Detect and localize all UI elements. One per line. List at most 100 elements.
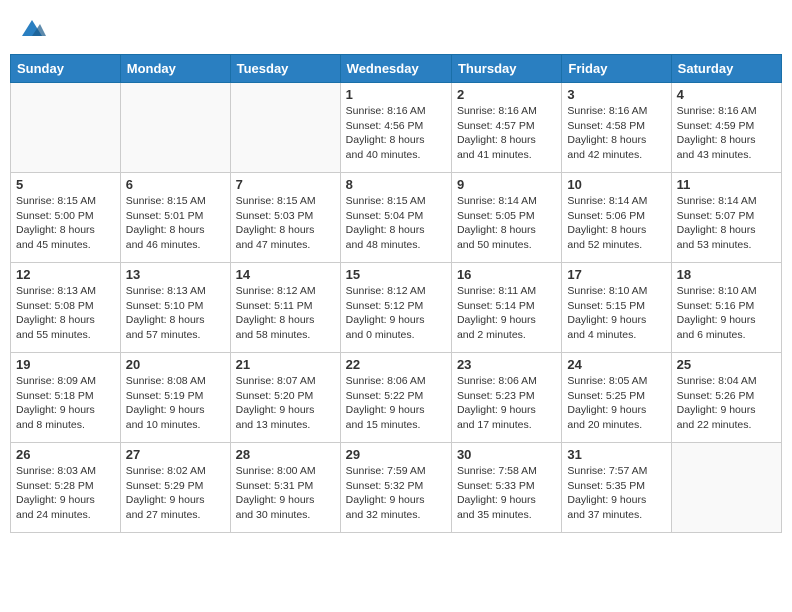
calendar-cell xyxy=(11,83,121,173)
day-number: 16 xyxy=(457,267,556,282)
week-row-1: 1 Sunrise: 8:16 AM Sunset: 4:56 PM Daylig… xyxy=(11,83,782,173)
calendar-cell xyxy=(120,83,230,173)
day-number: 23 xyxy=(457,357,556,372)
calendar-cell: 18 Sunrise: 8:10 AM Sunset: 5:16 PM Dayli… xyxy=(671,263,781,353)
day-info: Sunrise: 8:10 AM Sunset: 5:15 PM Dayligh… xyxy=(567,284,665,343)
logo xyxy=(18,14,50,42)
day-number: 8 xyxy=(346,177,446,192)
day-number: 24 xyxy=(567,357,665,372)
calendar-cell: 17 Sunrise: 8:10 AM Sunset: 5:15 PM Dayli… xyxy=(562,263,671,353)
calendar-cell: 13 Sunrise: 8:13 AM Sunset: 5:10 PM Dayli… xyxy=(120,263,230,353)
calendar-cell: 26 Sunrise: 8:03 AM Sunset: 5:28 PM Dayli… xyxy=(11,443,121,533)
day-number: 10 xyxy=(567,177,665,192)
day-number: 3 xyxy=(567,87,665,102)
day-info: Sunrise: 8:14 AM Sunset: 5:07 PM Dayligh… xyxy=(677,194,776,253)
calendar-cell xyxy=(671,443,781,533)
day-number: 18 xyxy=(677,267,776,282)
day-info: Sunrise: 8:16 AM Sunset: 4:56 PM Dayligh… xyxy=(346,104,446,163)
calendar-cell: 21 Sunrise: 8:07 AM Sunset: 5:20 PM Dayli… xyxy=(230,353,340,443)
day-info: Sunrise: 8:14 AM Sunset: 5:05 PM Dayligh… xyxy=(457,194,556,253)
day-info: Sunrise: 7:58 AM Sunset: 5:33 PM Dayligh… xyxy=(457,464,556,523)
day-number: 1 xyxy=(346,87,446,102)
day-info: Sunrise: 8:13 AM Sunset: 5:08 PM Dayligh… xyxy=(16,284,115,343)
calendar-cell: 3 Sunrise: 8:16 AM Sunset: 4:58 PM Daylig… xyxy=(562,83,671,173)
weekday-header-row: SundayMondayTuesdayWednesdayThursdayFrid… xyxy=(11,55,782,83)
calendar-cell: 14 Sunrise: 8:12 AM Sunset: 5:11 PM Dayli… xyxy=(230,263,340,353)
day-info: Sunrise: 8:08 AM Sunset: 5:19 PM Dayligh… xyxy=(126,374,225,433)
day-info: Sunrise: 8:00 AM Sunset: 5:31 PM Dayligh… xyxy=(236,464,335,523)
day-number: 6 xyxy=(126,177,225,192)
weekday-header-friday: Friday xyxy=(562,55,671,83)
day-info: Sunrise: 8:15 AM Sunset: 5:00 PM Dayligh… xyxy=(16,194,115,253)
day-number: 13 xyxy=(126,267,225,282)
calendar-cell: 29 Sunrise: 7:59 AM Sunset: 5:32 PM Dayli… xyxy=(340,443,451,533)
calendar-cell: 8 Sunrise: 8:15 AM Sunset: 5:04 PM Daylig… xyxy=(340,173,451,263)
day-info: Sunrise: 8:16 AM Sunset: 4:58 PM Dayligh… xyxy=(567,104,665,163)
day-info: Sunrise: 8:03 AM Sunset: 5:28 PM Dayligh… xyxy=(16,464,115,523)
weekday-header-sunday: Sunday xyxy=(11,55,121,83)
day-info: Sunrise: 8:16 AM Sunset: 4:59 PM Dayligh… xyxy=(677,104,776,163)
day-number: 21 xyxy=(236,357,335,372)
page-header xyxy=(10,10,782,46)
day-number: 7 xyxy=(236,177,335,192)
calendar-cell: 28Sunrise: 8:00 AM Sunset: 5:31 PM Dayli… xyxy=(230,443,340,533)
weekday-header-monday: Monday xyxy=(120,55,230,83)
week-row-3: 12 Sunrise: 8:13 AM Sunset: 5:08 PM Dayli… xyxy=(11,263,782,353)
day-info: Sunrise: 8:05 AM Sunset: 5:25 PM Dayligh… xyxy=(567,374,665,433)
day-info: Sunrise: 8:15 AM Sunset: 5:04 PM Dayligh… xyxy=(346,194,446,253)
calendar-cell: 6 Sunrise: 8:15 AM Sunset: 5:01 PM Daylig… xyxy=(120,173,230,263)
day-number: 15 xyxy=(346,267,446,282)
day-number: 25 xyxy=(677,357,776,372)
weekday-header-thursday: Thursday xyxy=(451,55,561,83)
weekday-header-saturday: Saturday xyxy=(671,55,781,83)
calendar-cell: 20 Sunrise: 8:08 AM Sunset: 5:19 PM Dayli… xyxy=(120,353,230,443)
day-number: 4 xyxy=(677,87,776,102)
day-info: Sunrise: 8:13 AM Sunset: 5:10 PM Dayligh… xyxy=(126,284,225,343)
day-info: Sunrise: 8:14 AM Sunset: 5:06 PM Dayligh… xyxy=(567,194,665,253)
calendar-cell: 12 Sunrise: 8:13 AM Sunset: 5:08 PM Dayli… xyxy=(11,263,121,353)
day-info: Sunrise: 8:11 AM Sunset: 5:14 PM Dayligh… xyxy=(457,284,556,343)
week-row-4: 19Sunrise: 8:09 AM Sunset: 5:18 PM Dayli… xyxy=(11,353,782,443)
day-info: Sunrise: 8:12 AM Sunset: 5:12 PM Dayligh… xyxy=(346,284,446,343)
day-info: Sunrise: 8:02 AM Sunset: 5:29 PM Dayligh… xyxy=(126,464,225,523)
day-number: 31 xyxy=(567,447,665,462)
calendar-cell: 2Sunrise: 8:16 AM Sunset: 4:57 PM Daylig… xyxy=(451,83,561,173)
day-number: 12 xyxy=(16,267,115,282)
day-info: Sunrise: 8:09 AM Sunset: 5:18 PM Dayligh… xyxy=(16,374,115,433)
day-number: 27 xyxy=(126,447,225,462)
calendar-cell: 10 Sunrise: 8:14 AM Sunset: 5:06 PM Dayli… xyxy=(562,173,671,263)
day-info: Sunrise: 7:59 AM Sunset: 5:32 PM Dayligh… xyxy=(346,464,446,523)
day-info: Sunrise: 8:10 AM Sunset: 5:16 PM Dayligh… xyxy=(677,284,776,343)
day-info: Sunrise: 8:07 AM Sunset: 5:20 PM Dayligh… xyxy=(236,374,335,433)
calendar-cell: 16 Sunrise: 8:11 AM Sunset: 5:14 PM Dayli… xyxy=(451,263,561,353)
calendar-cell: 24 Sunrise: 8:05 AM Sunset: 5:25 PM Dayli… xyxy=(562,353,671,443)
day-info: Sunrise: 7:57 AM Sunset: 5:35 PM Dayligh… xyxy=(567,464,665,523)
calendar-cell: 7 Sunrise: 8:15 AM Sunset: 5:03 PM Daylig… xyxy=(230,173,340,263)
day-number: 17 xyxy=(567,267,665,282)
day-info: Sunrise: 8:15 AM Sunset: 5:03 PM Dayligh… xyxy=(236,194,335,253)
day-number: 29 xyxy=(346,447,446,462)
day-info: Sunrise: 8:06 AM Sunset: 5:22 PM Dayligh… xyxy=(346,374,446,433)
day-number: 26 xyxy=(16,447,115,462)
day-number: 5 xyxy=(16,177,115,192)
calendar-cell xyxy=(230,83,340,173)
calendar-cell: 27 Sunrise: 8:02 AM Sunset: 5:29 PM Dayli… xyxy=(120,443,230,533)
day-info: Sunrise: 8:15 AM Sunset: 5:01 PM Dayligh… xyxy=(126,194,225,253)
day-info: Sunrise: 8:16 AM Sunset: 4:57 PM Dayligh… xyxy=(457,104,556,163)
week-row-2: 5 Sunrise: 8:15 AM Sunset: 5:00 PM Daylig… xyxy=(11,173,782,263)
calendar-cell: 1 Sunrise: 8:16 AM Sunset: 4:56 PM Daylig… xyxy=(340,83,451,173)
day-info: Sunrise: 8:12 AM Sunset: 5:11 PM Dayligh… xyxy=(236,284,335,343)
calendar-table: SundayMondayTuesdayWednesdayThursdayFrid… xyxy=(10,54,782,533)
calendar-cell: 30Sunrise: 7:58 AM Sunset: 5:33 PM Dayli… xyxy=(451,443,561,533)
day-info: Sunrise: 8:04 AM Sunset: 5:26 PM Dayligh… xyxy=(677,374,776,433)
day-number: 22 xyxy=(346,357,446,372)
day-number: 20 xyxy=(126,357,225,372)
day-number: 14 xyxy=(236,267,335,282)
calendar-cell: 23Sunrise: 8:06 AM Sunset: 5:23 PM Dayli… xyxy=(451,353,561,443)
logo-icon xyxy=(18,14,46,42)
calendar-cell: 15 Sunrise: 8:12 AM Sunset: 5:12 PM Dayli… xyxy=(340,263,451,353)
calendar-cell: 22 Sunrise: 8:06 AM Sunset: 5:22 PM Dayli… xyxy=(340,353,451,443)
calendar-cell: 25 Sunrise: 8:04 AM Sunset: 5:26 PM Dayli… xyxy=(671,353,781,443)
weekday-header-wednesday: Wednesday xyxy=(340,55,451,83)
calendar-cell: 31 Sunrise: 7:57 AM Sunset: 5:35 PM Dayli… xyxy=(562,443,671,533)
